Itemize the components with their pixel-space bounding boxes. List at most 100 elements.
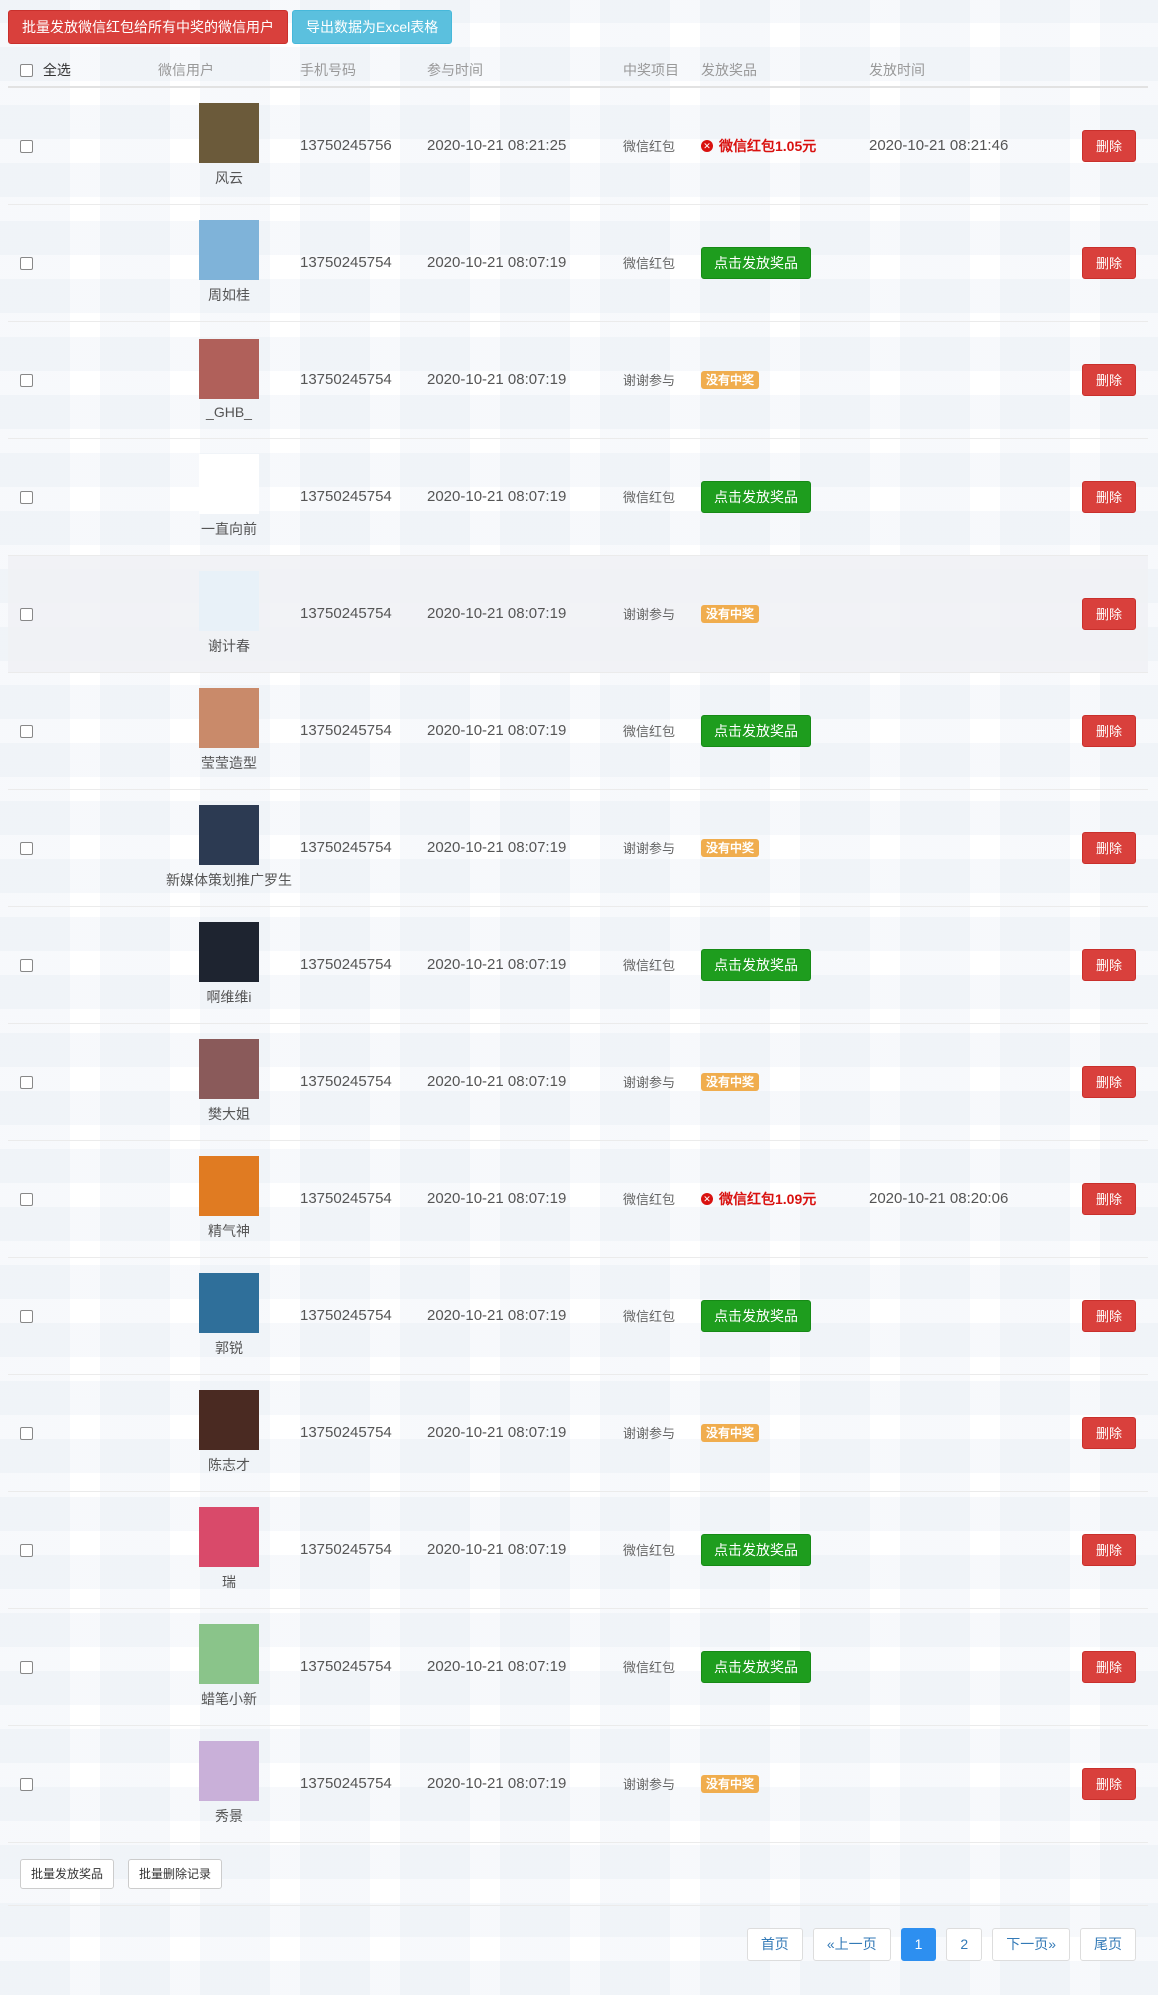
delete-button[interactable]: 删除 [1082, 1650, 1136, 1683]
row-checkbox[interactable] [20, 1777, 33, 1791]
avatar [199, 571, 259, 631]
send-prize-button[interactable]: 点击发放奖品 [701, 1650, 811, 1683]
send-time-cell [869, 1374, 1074, 1492]
row-checkbox[interactable] [20, 724, 33, 738]
send-prize-button[interactable]: 点击发放奖品 [701, 948, 811, 981]
prize-cell: 没有中奖 [701, 321, 869, 439]
delete-button[interactable]: 删除 [1082, 246, 1136, 279]
item-cell: 谢谢参与 [623, 1725, 701, 1843]
page-first-link[interactable]: 首页 [746, 1927, 803, 1961]
row-checkbox[interactable] [20, 256, 33, 270]
delete-button[interactable]: 删除 [1082, 1299, 1136, 1332]
delete-button[interactable]: 删除 [1082, 597, 1136, 630]
delete-button[interactable]: 删除 [1082, 480, 1136, 513]
row-checkbox[interactable] [20, 1660, 33, 1674]
send-prize-button[interactable]: 点击发放奖品 [701, 1299, 811, 1332]
prize-cell: 点击发放奖品 [701, 438, 869, 556]
avatar [199, 220, 259, 280]
delete-button[interactable]: 删除 [1082, 1533, 1136, 1566]
row-checkbox[interactable] [20, 1309, 33, 1323]
join-time-cell: 2020-10-21 08:07:19 [427, 1023, 623, 1141]
avatar [199, 1390, 259, 1450]
join-time-cell: 2020-10-21 08:07:19 [427, 1491, 623, 1609]
row-select-cell [8, 1608, 158, 1726]
user-name: 精气神 [208, 1223, 250, 1239]
join-time-cell: 2020-10-21 08:07:19 [427, 555, 623, 673]
avatar [199, 339, 259, 399]
delete-button[interactable]: 删除 [1082, 714, 1136, 747]
action-cell: 删除 [1074, 906, 1148, 1024]
delete-button[interactable]: 删除 [1082, 1416, 1136, 1449]
row-select-cell [8, 1491, 158, 1609]
page-2-link[interactable]: 2 [946, 1927, 983, 1961]
delete-button[interactable]: 删除 [1082, 831, 1136, 864]
row-checkbox[interactable] [20, 1543, 33, 1557]
select-all-checkbox[interactable] [20, 64, 33, 78]
row-checkbox[interactable] [20, 373, 33, 387]
header-item: 中奖项目 [623, 53, 701, 88]
join-time-cell: 2020-10-21 08:07:19 [427, 672, 623, 790]
select-all-label[interactable]: 全选 [20, 62, 71, 78]
join-time-cell: 2020-10-21 08:07:19 [427, 1257, 623, 1375]
table-row: 樊大姐 13750245754 2020-10-21 08:07:19 谢谢参与… [8, 1023, 1148, 1141]
row-checkbox[interactable] [20, 1192, 33, 1206]
delete-button[interactable]: 删除 [1082, 1767, 1136, 1800]
send-prize-button[interactable]: 点击发放奖品 [701, 714, 811, 747]
avatar [199, 1273, 259, 1333]
page-prev-link[interactable]: «上一页 [812, 1927, 891, 1961]
page-next-link[interactable]: 下一页» [992, 1927, 1070, 1961]
user-cell: 陈志才 [158, 1374, 300, 1492]
delete-button[interactable]: 删除 [1082, 129, 1136, 162]
page-last-link[interactable]: 尾页 [1080, 1927, 1136, 1961]
row-checkbox[interactable] [20, 139, 33, 153]
send-prize-button[interactable]: 点击发放奖品 [701, 246, 811, 279]
item-cell: 微信红包 [623, 1491, 701, 1609]
phone-cell: 13750245754 [300, 789, 427, 907]
delete-button[interactable]: 删除 [1082, 1182, 1136, 1215]
page-1-link[interactable]: 1 [900, 1927, 937, 1961]
row-select-cell [8, 204, 158, 322]
send-time-cell [869, 1491, 1074, 1609]
join-time-cell: 2020-10-21 08:07:19 [427, 438, 623, 556]
delete-button[interactable]: 删除 [1082, 1065, 1136, 1098]
no-prize-badge: 没有中奖 [701, 605, 760, 623]
user-cell: 瑞 [158, 1491, 300, 1609]
batch-delete-button[interactable]: 批量删除记录 [128, 1858, 223, 1889]
user-name: 风云 [215, 170, 243, 187]
action-cell: 删除 [1074, 1608, 1148, 1726]
delete-button[interactable]: 删除 [1082, 948, 1136, 981]
send-time-cell: 2020-10-21 08:21:46 [869, 87, 1074, 205]
delete-button[interactable]: 删除 [1082, 363, 1136, 396]
row-select-cell [8, 555, 158, 673]
user-cell: 樊大姐 [158, 1023, 300, 1141]
export-excel-button[interactable]: 导出数据为Excel表格 [292, 10, 453, 44]
row-checkbox[interactable] [20, 1075, 33, 1089]
send-prize-button[interactable]: 点击发放奖品 [701, 480, 811, 513]
user-name: 新媒体策划推广罗生 [166, 872, 292, 888]
header-action [1074, 53, 1148, 88]
row-checkbox[interactable] [20, 841, 33, 855]
avatar [199, 805, 259, 865]
header-phone: 手机号码 [300, 53, 427, 88]
user-cell: 新媒体策划推广罗生 [158, 789, 300, 907]
item-cell: 微信红包 [623, 906, 701, 1024]
send-prize-button[interactable]: 点击发放奖品 [701, 1533, 811, 1566]
row-checkbox[interactable] [20, 958, 33, 972]
header-join-time: 参与时间 [427, 53, 623, 88]
row-checkbox[interactable] [20, 607, 33, 621]
row-checkbox[interactable] [20, 490, 33, 504]
redpacket-icon: ✕ [701, 139, 713, 152]
action-cell: 删除 [1074, 87, 1148, 205]
batch-send-redpacket-button[interactable]: 批量发放微信红包给所有中奖的微信用户 [8, 10, 288, 44]
header-user: 微信用户 [158, 53, 300, 88]
table-row: _GHB_ 13750245754 2020-10-21 08:07:19 谢谢… [8, 321, 1148, 439]
redpacket-icon: ✕ [701, 1192, 713, 1205]
prize-cell: 没有中奖 [701, 1725, 869, 1843]
avatar [199, 922, 259, 982]
avatar [199, 1624, 259, 1684]
phone-cell: 13750245754 [300, 438, 427, 556]
batch-send-prize-button[interactable]: 批量发放奖品 [20, 1858, 115, 1889]
phone-cell: 13750245754 [300, 204, 427, 322]
row-checkbox[interactable] [20, 1426, 33, 1440]
send-time-cell [869, 1257, 1074, 1375]
